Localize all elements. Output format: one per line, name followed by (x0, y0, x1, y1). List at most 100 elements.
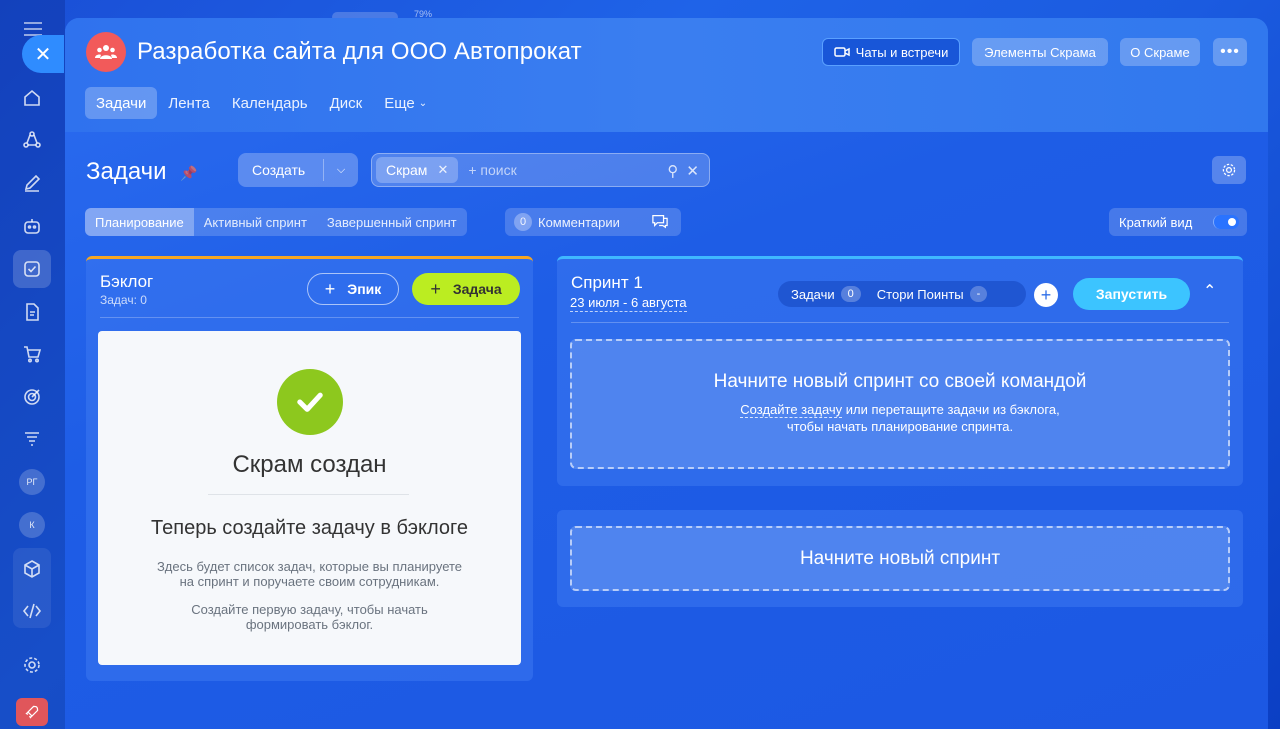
add-icon[interactable]: + (1034, 283, 1058, 307)
task-label: Задача (452, 281, 502, 297)
compact-view-toggle[interactable]: Краткий вид (1109, 208, 1247, 236)
sprint-title: Спринт 1 (571, 273, 643, 292)
close-icon: ✕ (34, 43, 52, 66)
settings-button[interactable] (1212, 156, 1246, 184)
sprint-drop-zone[interactable]: Начните новый спринт со своей командой С… (570, 339, 1230, 469)
epic-label: Эпик (347, 281, 382, 297)
add-epic-button[interactable]: + Эпик (307, 273, 399, 305)
empty-state-heading: Скрам создан (232, 451, 387, 478)
target-icon[interactable] (13, 378, 51, 416)
create-button[interactable]: Создать ⌵ (238, 153, 358, 187)
sprint-tasks-label: Задачи (791, 286, 835, 302)
comments-label: Комментарии (538, 214, 620, 230)
sprint-tasks-count: 0 (840, 286, 861, 302)
story-points-value: - (969, 286, 988, 302)
crm-icon[interactable] (13, 121, 51, 159)
left-rail: ✕ РГ К (0, 0, 65, 729)
tab-calendar[interactable]: Календарь (221, 87, 319, 119)
backlog-title: Бэклог (100, 272, 154, 291)
tab-more-label: Еще (384, 94, 415, 112)
tab-feed[interactable]: Лента (157, 87, 221, 119)
toggle-switch[interactable] (1213, 215, 1239, 229)
sprint-dates[interactable]: 23 июля - 6 августа (570, 295, 687, 312)
rocket-icon[interactable] (16, 698, 48, 726)
project-tabs: Задачи Лента Календарь Диск Еще ⌄ (85, 87, 438, 119)
project-title: Разработка сайта для ООО Автопрокат (137, 38, 582, 65)
chats-meetings-button[interactable]: Чаты и встречи (822, 38, 960, 66)
settings-icon[interactable] (13, 646, 51, 684)
compact-view-label: Краткий вид (1119, 214, 1193, 230)
search-icon[interactable]: ⚲ (667, 162, 678, 180)
code-icon[interactable] (13, 592, 51, 630)
chevron-down-icon: ⌄ (418, 97, 428, 109)
page-title: Задачи (86, 158, 167, 185)
scrum-elements-button[interactable]: Элементы Скрама (972, 38, 1108, 66)
add-task-button[interactable]: + Задача (412, 273, 520, 305)
check-icon (277, 369, 343, 435)
drop-zone-text-line2: чтобы начать планирование спринта. (786, 419, 1014, 434)
close-icon[interactable]: ✕ (437, 162, 448, 178)
pin-icon[interactable]: 📌 (180, 165, 197, 181)
create-label: Создать (238, 159, 324, 181)
sprint-stats: Задачи 0 Стори Поинты - (778, 281, 1026, 307)
text-line: Здесь будет список задач, которые вы пла… (156, 559, 463, 574)
divider (571, 322, 1229, 323)
document-icon[interactable] (13, 293, 51, 331)
tab-tasks[interactable]: Задачи (85, 87, 158, 119)
close-button[interactable]: ✕ (22, 35, 64, 73)
text-line: формировать бэклог. (245, 617, 374, 632)
search-box[interactable]: Скрам ✕ ⚲ ✕ (371, 153, 710, 187)
search-input[interactable] (468, 162, 649, 178)
group-icon (95, 45, 117, 59)
backlog-panel: Бэклог Задач: 0 + Эпик + Задача Скрам созд… (86, 256, 533, 681)
about-scrum-button[interactable]: О Скраме (1120, 38, 1200, 66)
comments-count: 0 (514, 213, 532, 231)
avatar[interactable]: К (19, 512, 45, 538)
header: Разработка сайта для ООО Автопрокат Чаты… (65, 18, 1268, 132)
drop-zone-text-rest: или перетащите задачи из бэклога, (842, 402, 1060, 417)
tab-disk[interactable]: Диск (319, 87, 374, 119)
empty-state-card: Скрам создан Теперь создайте задачу в бэ… (98, 331, 521, 665)
tab-planning[interactable]: Планирование (85, 208, 194, 236)
funnel-icon[interactable] (13, 420, 51, 458)
filter-chip[interactable]: Скрам ✕ (376, 157, 459, 183)
avatar[interactable]: РГ (19, 469, 45, 495)
video-camera-icon (833, 47, 850, 57)
text-line: на спринт и поручаете своим сотрудникам. (179, 574, 440, 589)
empty-state-subheading: Теперь создайте задачу в бэклоге (151, 517, 468, 539)
gear-icon (1222, 163, 1236, 177)
plus-icon: + (324, 278, 336, 299)
view-switcher: Планирование Активный спринт Завершенный… (85, 208, 467, 236)
chevron-down-icon[interactable]: ⌵ (324, 164, 358, 177)
chat-bubble-icon (652, 215, 668, 229)
tab-more[interactable]: Еще ⌄ (373, 87, 438, 119)
pen-icon[interactable] (13, 164, 51, 202)
divider (100, 317, 519, 318)
empty-state-text: Здесь будет список задач, которые вы пла… (138, 559, 481, 589)
plus-icon: + (430, 278, 441, 299)
cart-icon[interactable] (13, 335, 51, 373)
home-icon[interactable] (13, 79, 51, 117)
empty-state-text: Создайте первую задачу, чтобы начать фор… (138, 602, 481, 632)
clear-icon[interactable]: ✕ (686, 162, 699, 180)
chats-label: Чаты и встречи (855, 44, 949, 60)
tab-active-sprint[interactable]: Активный спринт (194, 208, 317, 236)
menu-icon[interactable] (24, 22, 42, 36)
story-points-label: Стори Поинты (876, 286, 964, 302)
filter-chip-label: Скрам (386, 162, 428, 178)
new-sprint-panel: Начните новый спринт (557, 510, 1243, 607)
tab-completed-sprint[interactable]: Завершенный спринт (317, 208, 467, 236)
backlog-count: Задач: 0 (100, 293, 147, 307)
chevron-up-icon[interactable]: ⌃ (1203, 281, 1216, 301)
project-avatar[interactable] (86, 32, 126, 72)
new-sprint-button[interactable]: Начните новый спринт (570, 526, 1230, 591)
cube-icon[interactable] (13, 550, 51, 588)
create-task-link[interactable]: Создайте задачу (740, 402, 843, 418)
tasks-icon[interactable] (13, 250, 51, 288)
robot-icon[interactable] (13, 207, 51, 245)
drop-zone-text: Создайте задачу или перетащите задачи из… (572, 401, 1228, 435)
start-sprint-button[interactable]: Запустить (1073, 278, 1190, 310)
text-line: Создайте первую задачу, чтобы начать (191, 602, 428, 617)
comments-button[interactable]: 0 Комментарии (505, 208, 681, 236)
more-button[interactable]: ••• (1213, 38, 1247, 66)
